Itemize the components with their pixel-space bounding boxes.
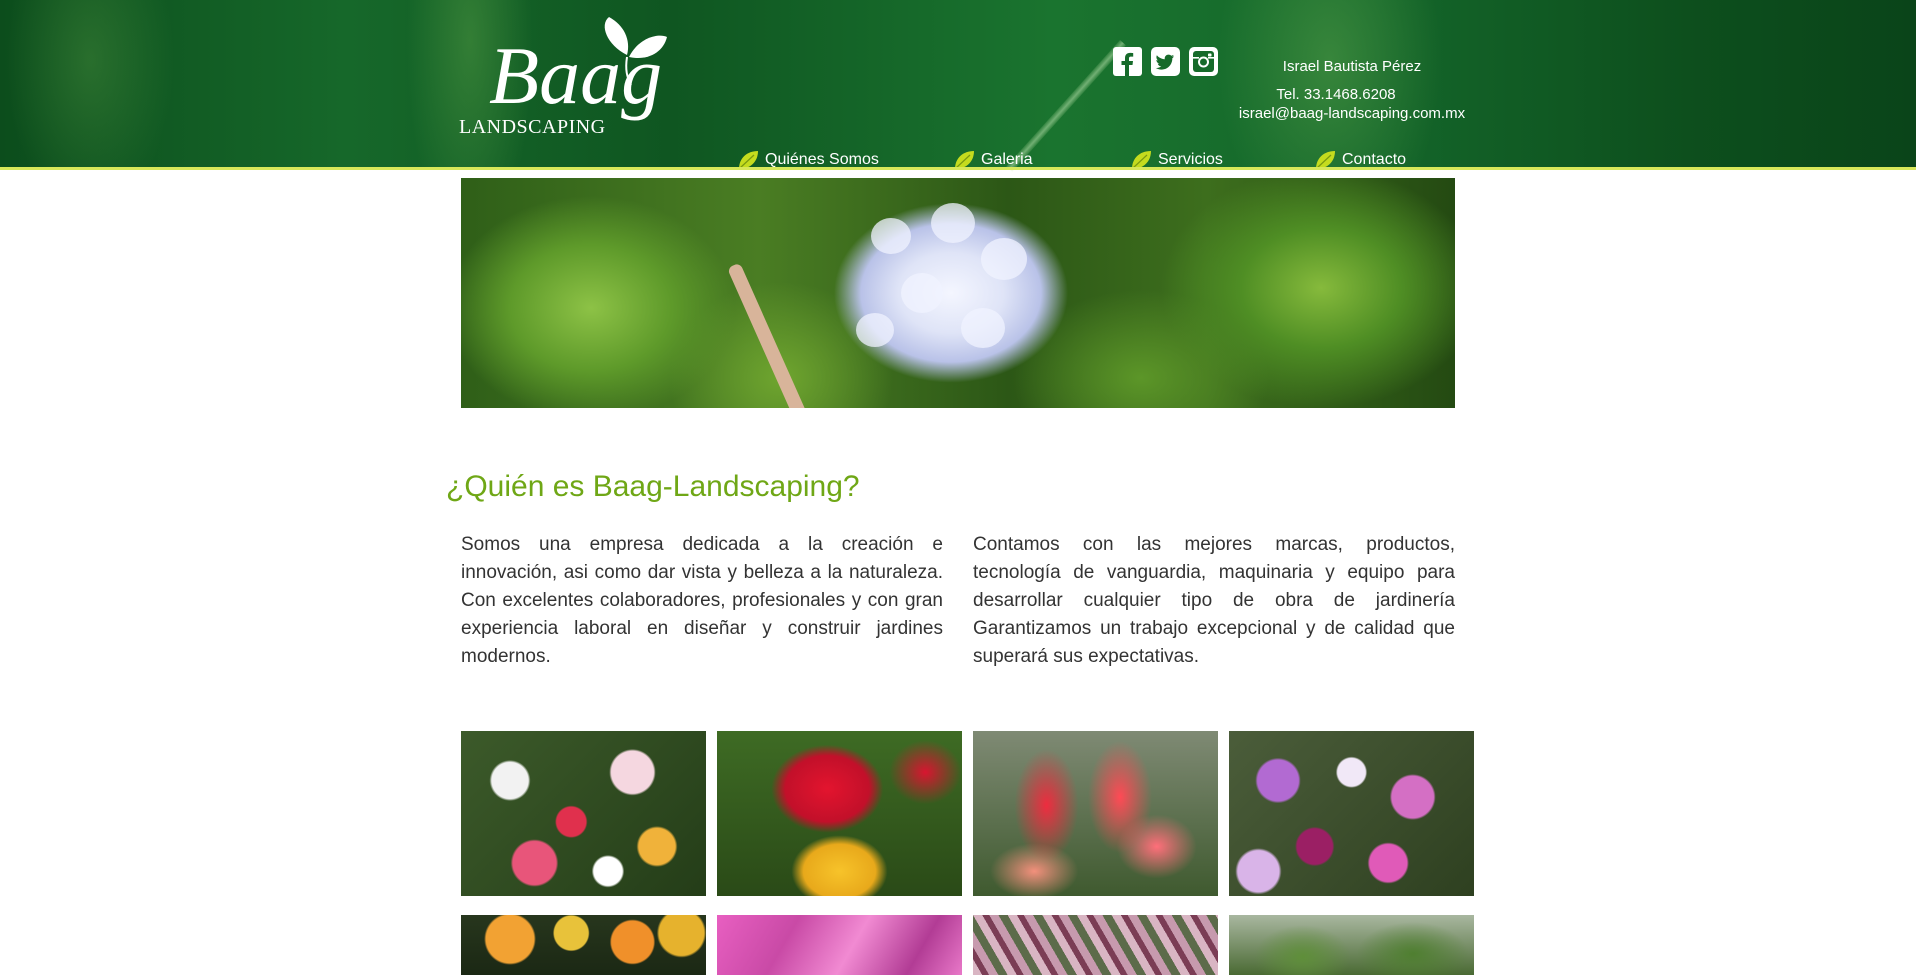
contact-email-link[interactable]: israel@baag-landscaping.com.mx [1232, 105, 1472, 122]
nav-item-contacto[interactable]: Contacto [1314, 150, 1406, 170]
contact-name: Israel Bautista Pérez [1282, 58, 1422, 75]
hero-petal [931, 203, 975, 243]
hero-petal [961, 308, 1005, 348]
hero-hydrangea-image [461, 178, 1455, 408]
social-links [1113, 47, 1218, 76]
leaf-bullet-icon [739, 151, 758, 169]
instagram-icon[interactable] [1189, 47, 1218, 76]
gallery-photo-red-yellow-celosia[interactable] [717, 731, 962, 896]
hero-petal [856, 313, 894, 347]
facebook-link[interactable] [1113, 47, 1142, 76]
twitter-icon[interactable] [1151, 47, 1180, 76]
leaf-bullet-icon [1132, 151, 1151, 169]
contact-phone: Tel. 33.1468.6208 [1276, 86, 1396, 103]
logo-caption-text: LANDSCAPING [459, 116, 606, 138]
hero-petal [901, 273, 943, 313]
nav-item-servicios[interactable]: Servicios [1130, 150, 1223, 170]
hero-petal [871, 218, 911, 254]
facebook-icon[interactable] [1113, 47, 1142, 76]
gallery-photo-marigolds[interactable] [461, 915, 706, 975]
gallery-photo-petunias[interactable] [1229, 731, 1474, 896]
gallery-photo-pink-striped-leaves[interactable] [973, 915, 1218, 975]
about-paragraph-right: Contamos con las mejores marcas, product… [973, 534, 1455, 667]
hero-stick [727, 262, 809, 408]
leaf-bullet-icon [1316, 151, 1335, 169]
gallery-photo-red-salvia[interactable] [973, 731, 1218, 896]
gallery-photo-shrubs[interactable] [1229, 915, 1474, 975]
instagram-link[interactable] [1189, 47, 1218, 76]
leaf-bullet-icon [955, 151, 974, 169]
about-paragraph-left: Somos una empresa dedicada a la creación… [461, 534, 943, 667]
nav-label: Galeria [981, 151, 1033, 168]
nav-item-galeria[interactable]: Galeria [953, 150, 1033, 170]
nav-label: Contacto [1342, 151, 1407, 168]
nav-label: Servicios [1158, 151, 1223, 168]
nav-label: Quiénes Somos [765, 151, 879, 168]
gallery-photo-kalanchoe-mix[interactable] [461, 731, 706, 896]
about-title: ¿Quién es Baag-Landscaping? [446, 470, 860, 503]
gallery-photo-pink-foliage[interactable] [717, 915, 962, 975]
twitter-link[interactable] [1151, 47, 1180, 76]
logo-script-text: Baag [489, 30, 662, 121]
site-header: Baag LANDSCAPING Israel Bautista Pérez T… [0, 0, 1916, 172]
hero-petal [981, 238, 1027, 280]
nav-item-quienes-somos[interactable]: Quiénes Somos [737, 150, 879, 170]
baag-landscaping-logo[interactable]: Baag LANDSCAPING [459, 15, 694, 140]
